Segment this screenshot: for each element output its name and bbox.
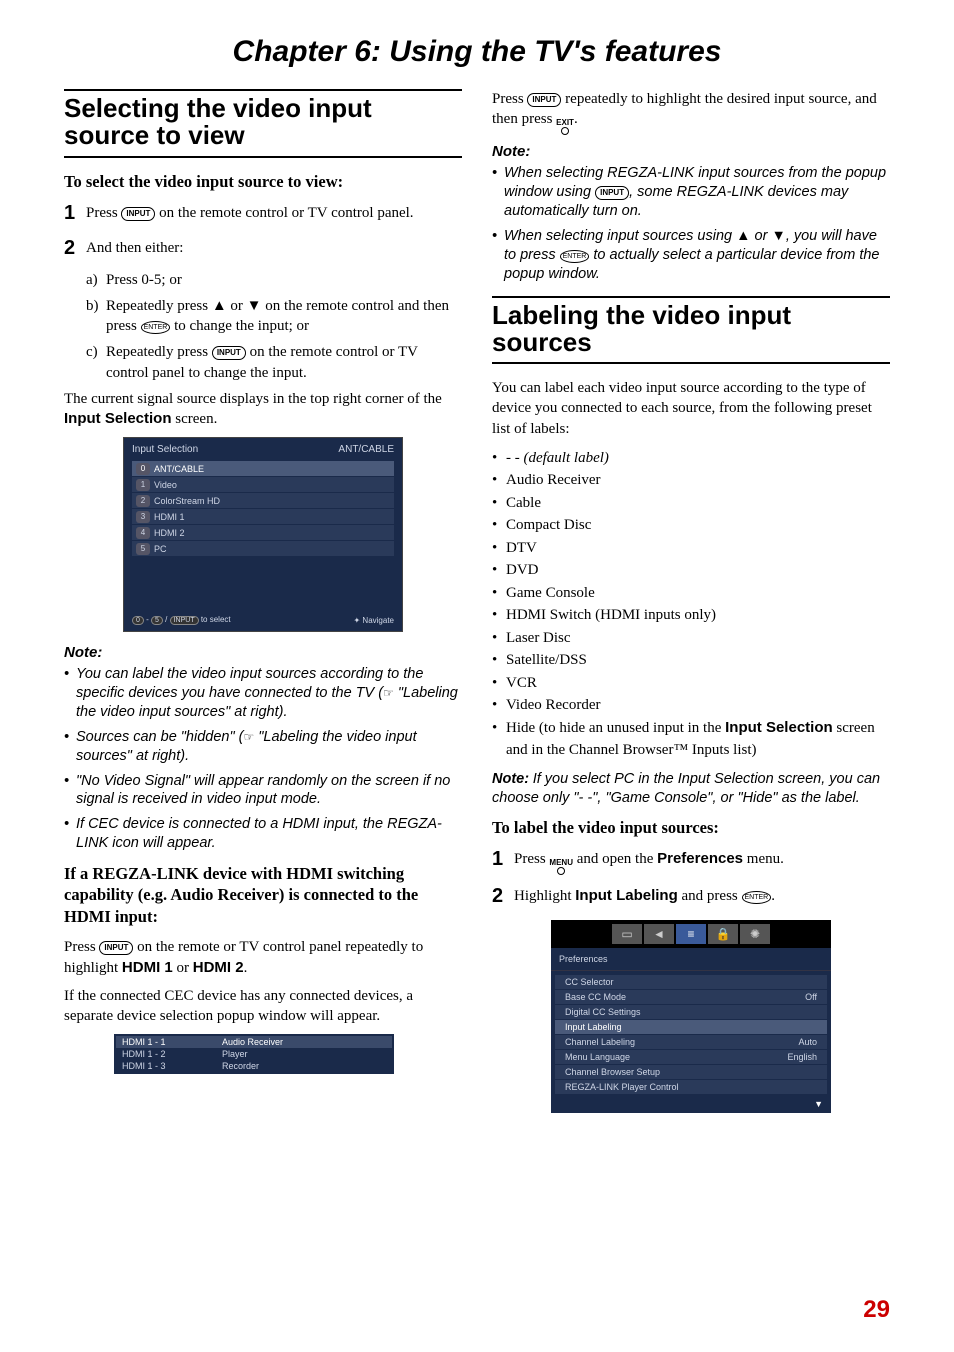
substep-a: a) Press 0-5; or [86,270,462,290]
osd-row: 3HDMI 1 [132,509,394,524]
step-text: Press [86,205,118,221]
substep-c: c) Repeatedly press INPUT on the remote … [86,342,462,383]
note-label: Note: [492,143,890,160]
step-number: 1 [64,200,86,227]
osd-row: 5PC [132,541,394,556]
input-button-icon: INPUT [121,207,155,221]
section-heading-select-input: Selecting the video input source to view [64,89,462,158]
osd-title: Input Selection [132,444,198,455]
input-selection-osd: Input Selection ANT/CABLE 0ANT/CABLE 1Vi… [123,437,403,632]
osd-row: 2ColorStream HD [132,493,394,508]
label-list: •- - (default label) •Audio Receiver •Ca… [492,447,890,762]
input-button-icon: INPUT [99,941,133,955]
step-number: 2 [492,883,514,910]
chevron-down-icon: ▼ [551,1099,831,1113]
page-number: 29 [863,1296,890,1324]
step-2: 2 And then either: [64,235,462,262]
input-button-icon: INPUT [212,346,246,360]
note-item: • When selecting REGZA-LINK input source… [492,164,890,221]
note-item: • When selecting input sources using ▲ o… [492,227,890,284]
pc-note: Note: If you select PC in the Input Sele… [492,770,890,808]
body-text: Press INPUT repeatedly to highlight the … [492,89,890,135]
tab-icon: ◄ [644,924,674,944]
exit-button-icon: EXIT [556,119,574,135]
note-item: • If CEC device is connected to a HDMI i… [64,815,462,853]
regza-heading: If a REGZA-LINK device with HDMI switchi… [64,863,462,927]
gear-icon: ✺ [740,924,770,944]
step-1: 1 Press MENU and open the Preferences me… [492,846,890,875]
step-2: 2 Highlight Input Labeling and press ENT… [492,883,890,910]
input-button-icon: INPUT [527,93,561,107]
chapter-title: Chapter 6: Using the TV's features [64,35,890,69]
procedure-heading: To select the video input source to view… [64,172,462,192]
enter-button-icon: ENTER [742,891,772,904]
input-button-icon: INPUT [595,186,629,200]
note-label: Note: [64,644,462,661]
note-item: • You can label the video input sources … [64,665,462,722]
menu-button-icon: MENU [549,859,573,875]
prefs-title: Preferences [551,948,831,971]
procedure-heading: To label the video input sources: [492,818,890,838]
osd-row: 4HDMI 2 [132,525,394,540]
intro-text: You can label each video input source ac… [492,378,890,439]
body-text: Press INPUT on the remote or TV control … [64,937,462,978]
step-number: 1 [492,846,514,875]
right-column: Press INPUT repeatedly to highlight the … [492,89,890,1113]
left-column: Selecting the video input source to view… [64,89,462,1113]
body-text: The current signal source displays in th… [64,389,462,430]
osd-row: 0ANT/CABLE [132,461,394,476]
lock-icon: 🔒 [708,924,738,944]
step-number: 2 [64,235,86,262]
step-text: on the remote control or TV control pane… [159,205,413,221]
substep-b: b) Repeatedly press ▲ or ▼ on the remote… [86,296,462,337]
enter-button-icon: ENTER [560,250,590,263]
enter-button-icon: ENTER [141,321,171,334]
osd-current: ANT/CABLE [338,444,394,455]
body-text: If the connected CEC device has any conn… [64,986,462,1027]
tab-icon: ▭ [612,924,642,944]
note-item: • Sources can be "hidden" (☞ "Labeling t… [64,728,462,766]
hdmi-popup: HDMI 1 - 1Audio Receiver HDMI 1 - 2Playe… [114,1034,394,1074]
tab-icon: ≡ [676,924,706,944]
step-text: And then either: [86,235,462,262]
section-heading-labeling: Labeling the video input sources [492,296,890,365]
step-1: 1 Press INPUT on the remote control or T… [64,200,462,227]
preferences-osd: ▭ ◄ ≡ 🔒 ✺ Preferences CC Selector Base C… [551,920,831,1113]
note-item: • "No Video Signal" will appear randomly… [64,772,462,810]
osd-row: 1Video [132,477,394,492]
